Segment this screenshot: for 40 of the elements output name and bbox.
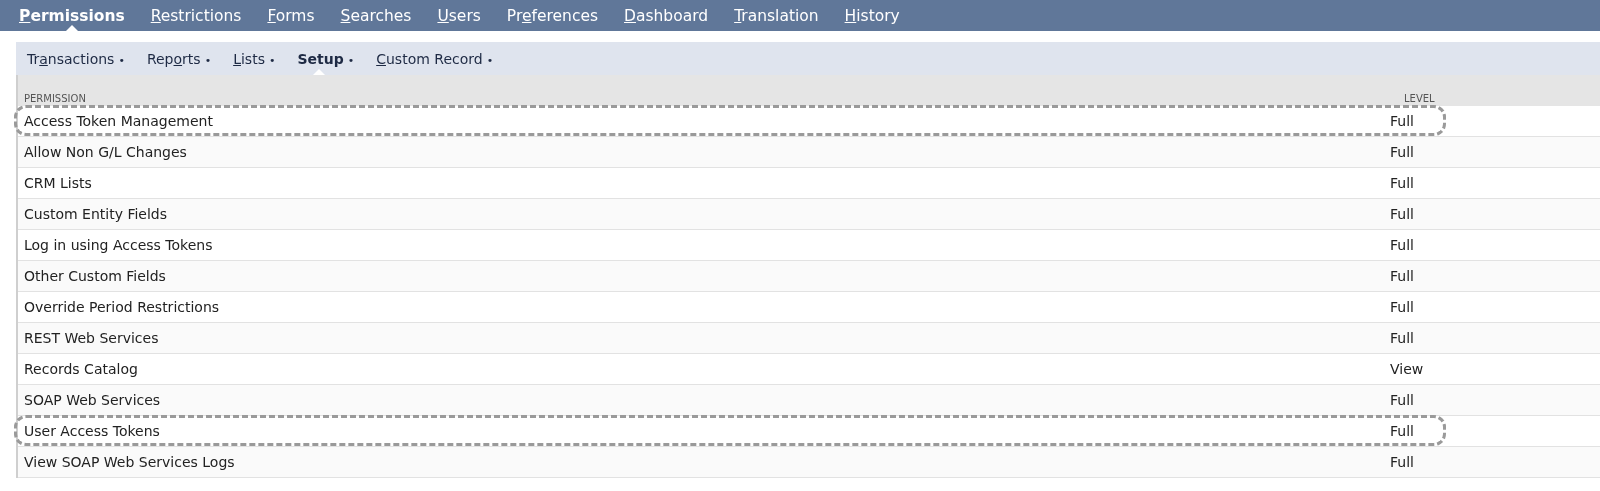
table-cell-text: Log in using Access Tokens: [23, 237, 214, 253]
table-cell-text: Custom Entity Fields: [23, 206, 168, 222]
column-header: LEVEL: [1403, 93, 1435, 104]
main-tab[interactable]: Dashboard: [615, 0, 718, 31]
table-cell-text: Records Catalog: [23, 361, 139, 377]
table-cell-text: Access Token Management: [23, 113, 214, 129]
table-cell-text: View SOAP Web Services Logs: [23, 454, 236, 470]
table-cell: Full: [1390, 144, 1414, 160]
table-cell-text: User Access Tokens: [23, 423, 161, 439]
table-cell-text: Allow Non G/L Changes: [23, 144, 188, 160]
main-tab[interactable]: Users: [428, 0, 490, 31]
table-cell-text: SOAP Web Services: [23, 392, 162, 408]
table-cell-text: CRM Lists: [23, 175, 93, 191]
table-cell: Full: [1390, 330, 1414, 346]
table-cell-text: Other Custom Fields: [23, 268, 167, 284]
table-cell-text: REST Web Services: [23, 330, 160, 346]
main-tab[interactable]: History: [835, 0, 909, 31]
table-cell: Full: [1390, 113, 1414, 129]
table-cell: Full: [1390, 423, 1414, 439]
table-cell: View: [1390, 361, 1424, 377]
table-cell: Full: [1390, 268, 1414, 284]
main-tab[interactable]: Translation: [725, 0, 828, 31]
main-tab[interactable]: Permissions: [10, 0, 134, 31]
main-tab[interactable]: Forms: [258, 0, 324, 31]
sub-tab[interactable]: Setup •: [290, 42, 362, 75]
main-tab[interactable]: Restrictions: [141, 0, 251, 31]
table-cell-text: Override Period Restrictions: [23, 299, 221, 315]
table-cell: Full: [1390, 237, 1414, 253]
column-header: PERMISSION: [23, 93, 87, 104]
table-cell: Full: [1390, 392, 1414, 408]
main-tab[interactable]: Searches: [331, 0, 421, 31]
sub-tab[interactable]: Reports •: [139, 42, 219, 75]
sub-tab[interactable]: Transactions •: [20, 42, 132, 75]
table-cell: Full: [1390, 299, 1414, 315]
table-cell: Full: [1390, 454, 1414, 470]
table-cell: Full: [1390, 206, 1414, 222]
table-cell: Full: [1390, 175, 1414, 191]
main-tab[interactable]: Preferences: [497, 0, 608, 31]
sub-tab[interactable]: Custom Record •: [369, 42, 501, 75]
sub-tab[interactable]: Lists •: [226, 42, 283, 75]
